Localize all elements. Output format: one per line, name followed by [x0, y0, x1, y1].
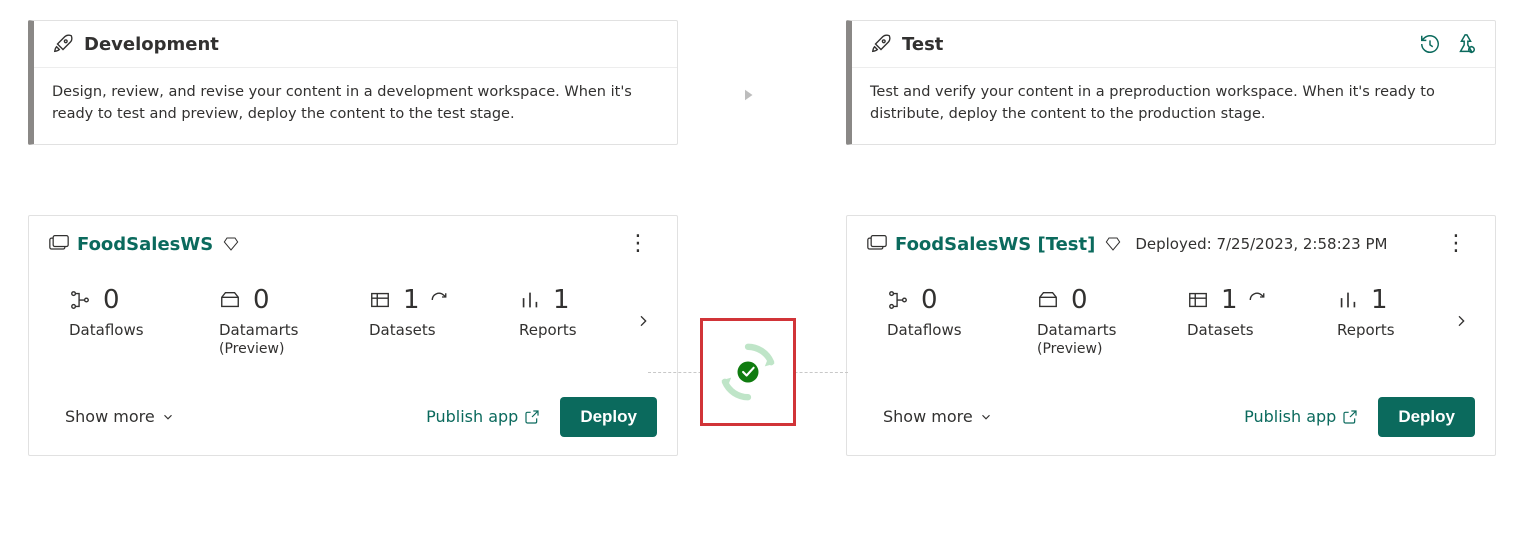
- metric-datasets: 1 Datasets: [369, 285, 519, 339]
- more-options-button[interactable]: ⋮: [1437, 235, 1475, 253]
- show-more-label: Show more: [883, 407, 973, 426]
- chevron-down-icon: [979, 410, 993, 424]
- metric-label: Dataflows: [69, 321, 219, 339]
- datasets-icon: [1187, 289, 1209, 311]
- publish-app-button[interactable]: Publish app: [1244, 407, 1358, 426]
- metric-label: Datasets: [369, 321, 519, 339]
- stage-advance-arrow[interactable]: [739, 86, 757, 104]
- rocket-icon: [52, 33, 74, 55]
- metric-value: 1: [553, 285, 570, 315]
- datamarts-icon: [1037, 289, 1059, 311]
- sync-success-icon: [713, 337, 783, 407]
- metric-label: Dataflows: [887, 321, 1037, 339]
- metric-label: Reports: [519, 321, 629, 339]
- datasets-icon: [369, 289, 391, 311]
- metric-dataflows: 0 Dataflows: [69, 285, 219, 339]
- reports-icon: [1337, 289, 1359, 311]
- metric-label: Datasets: [1187, 321, 1337, 339]
- stage-description: Test and verify your content in a prepro…: [852, 68, 1495, 144]
- dataflows-icon: [69, 289, 91, 311]
- metric-datamarts: 0 Datamarts (Preview): [1037, 285, 1187, 357]
- stage-description: Design, review, and revise your content …: [34, 68, 677, 144]
- show-more-button[interactable]: Show more: [49, 407, 175, 426]
- deploy-button[interactable]: Deploy: [1378, 397, 1475, 437]
- reports-icon: [519, 289, 541, 311]
- metric-value: 0: [1071, 285, 1088, 315]
- expand-metrics-button[interactable]: [1447, 307, 1475, 335]
- metric-value: 1: [1221, 285, 1238, 315]
- metric-datamarts: 0 Datamarts (Preview): [219, 285, 369, 357]
- metric-label: Datamarts: [1037, 321, 1187, 339]
- external-link-icon: [524, 409, 540, 425]
- refresh-icon[interactable]: [430, 291, 448, 309]
- stage-title: Development: [84, 34, 659, 55]
- datamarts-icon: [219, 289, 241, 311]
- deploy-button[interactable]: Deploy: [560, 397, 657, 437]
- workspace-card-test: FoodSalesWS [Test] Deployed: 7/25/2023, …: [846, 215, 1496, 456]
- deployment-history-icon[interactable]: [1419, 33, 1441, 55]
- expand-metrics-button[interactable]: [629, 307, 657, 335]
- rocket-icon: [870, 33, 892, 55]
- dataflows-icon: [887, 289, 909, 311]
- show-more-button[interactable]: Show more: [867, 407, 993, 426]
- stage-title: Test: [902, 34, 1419, 55]
- workspace-icon: [49, 235, 69, 253]
- publish-app-label: Publish app: [426, 407, 518, 426]
- metric-value: 0: [921, 285, 938, 315]
- stage-header-development: Development Design, review, and revise y…: [28, 20, 678, 145]
- metric-dataflows: 0 Dataflows: [887, 285, 1037, 339]
- metric-reports: 1 Reports: [519, 285, 629, 339]
- metric-value: 1: [403, 285, 420, 315]
- publish-app-button[interactable]: Publish app: [426, 407, 540, 426]
- workspace-name[interactable]: FoodSalesWS [Test]: [895, 234, 1095, 255]
- metric-label: Reports: [1337, 321, 1447, 339]
- metric-reports: 1 Reports: [1337, 285, 1447, 339]
- workspace-card-development: FoodSalesWS ⋮: [28, 215, 678, 456]
- stage-development: Development Design, review, and revise y…: [0, 20, 678, 456]
- metric-value: 0: [253, 285, 270, 315]
- stage-connector: [678, 20, 818, 456]
- metric-value: 1: [1371, 285, 1388, 315]
- workspace-icon: [867, 235, 887, 253]
- metric-sublabel: (Preview): [219, 341, 369, 357]
- metrics-row: 0 Dataflows 0 Datamarts (Preview): [867, 285, 1475, 357]
- metrics-row: 0 Dataflows 0 Datamarts (Preview): [49, 285, 657, 357]
- stage-test: Test Test and verify your co: [818, 20, 1496, 456]
- metric-datasets: 1 Datasets: [1187, 285, 1337, 339]
- refresh-icon[interactable]: [1248, 291, 1266, 309]
- more-options-button[interactable]: ⋮: [619, 235, 657, 253]
- publish-app-label: Publish app: [1244, 407, 1336, 426]
- metric-value: 0: [103, 285, 120, 315]
- chevron-down-icon: [161, 410, 175, 424]
- metric-label: Datamarts: [219, 321, 369, 339]
- stage-header-test: Test Test and verify your co: [846, 20, 1496, 145]
- premium-diamond-icon: [1105, 236, 1121, 252]
- external-link-icon: [1342, 409, 1358, 425]
- deployed-timestamp: Deployed: 7/25/2023, 2:58:23 PM: [1135, 235, 1387, 253]
- sync-status-highlight: [700, 318, 796, 426]
- metric-sublabel: (Preview): [1037, 341, 1187, 357]
- premium-diamond-icon: [223, 236, 239, 252]
- show-more-label: Show more: [65, 407, 155, 426]
- deployment-settings-icon[interactable]: [1455, 33, 1477, 55]
- workspace-name[interactable]: FoodSalesWS: [77, 234, 213, 255]
